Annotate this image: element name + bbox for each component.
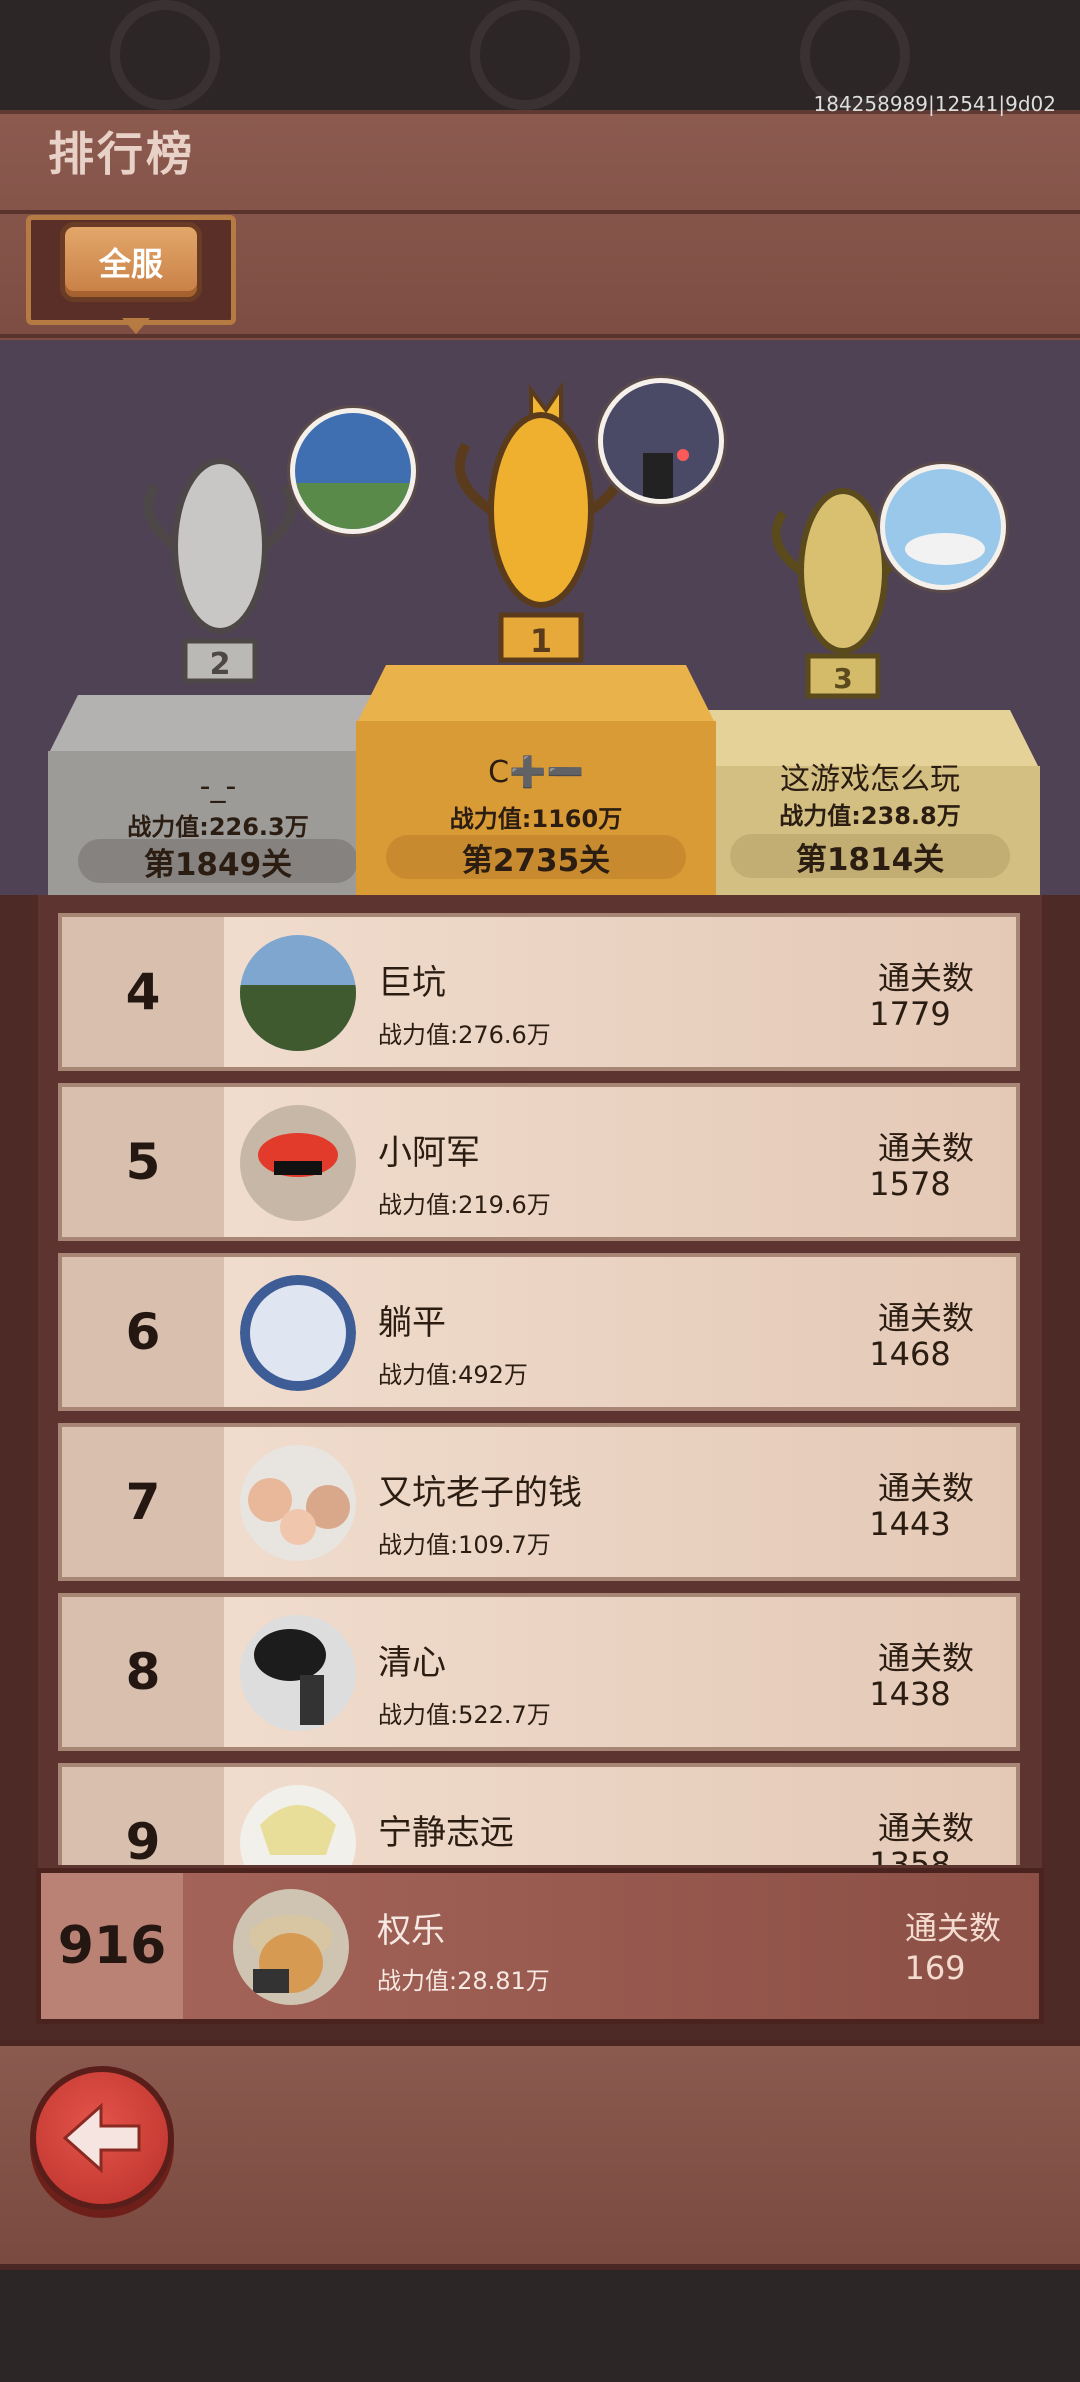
podium-name: 这游戏怎么玩 xyxy=(780,762,960,797)
level-label: 通关数 xyxy=(877,1639,974,1677)
podium-second-avatar[interactable] xyxy=(290,408,416,534)
player-name: 巨坑 xyxy=(378,963,446,1003)
list-item[interactable]: 4 巨坑 战力值:276.6万 通关数 1779 xyxy=(58,913,1020,1071)
my-level-label: 通关数 xyxy=(904,1909,1001,1947)
rank-number: 8 xyxy=(62,1597,224,1747)
level-value: 1578 xyxy=(869,1165,951,1203)
player-power: 战力值:492万 xyxy=(378,1361,528,1389)
level-label: 通关数 xyxy=(877,959,974,997)
level-value: 1358 xyxy=(869,1845,951,1865)
list-item[interactable]: 5 小阿军 战力值:219.6万 通关数 1578 xyxy=(58,1083,1020,1241)
player-name: 躺平 xyxy=(378,1303,446,1343)
podium-power: 战力值:1160万 xyxy=(449,805,623,833)
avatar[interactable] xyxy=(240,935,356,1051)
player-power: 战力值:109.7万 xyxy=(378,1531,551,1559)
tab-all-servers[interactable]: 全服 xyxy=(60,222,202,302)
list-item[interactable]: 9 宁静志远 通关数 1358 xyxy=(58,1763,1020,1865)
podium-level: 第2735关 xyxy=(386,835,686,879)
my-level-value: 169 xyxy=(904,1949,966,1987)
back-button[interactable] xyxy=(30,2066,174,2210)
level-value: 1438 xyxy=(869,1675,951,1713)
level-value: 1468 xyxy=(869,1335,951,1373)
level-value: 1779 xyxy=(869,995,951,1033)
level-label: 通关数 xyxy=(877,1809,974,1847)
player-power: 战力值:522.7万 xyxy=(378,1701,551,1729)
rank-number: 7 xyxy=(62,1427,224,1577)
podium-name: -_- xyxy=(199,769,237,804)
svg-text:1: 1 xyxy=(530,622,552,660)
podium-first[interactable]: C➕➖ 战力值:1160万 第2735关 xyxy=(356,665,716,895)
player-name: 又坑老子的钱 xyxy=(378,1473,582,1513)
level-label: 通关数 xyxy=(877,1129,974,1167)
podium-power: 战力值:238.8万 xyxy=(779,802,961,830)
podium-name: C➕➖ xyxy=(488,755,584,790)
avatar[interactable] xyxy=(240,1445,356,1561)
podium-level: 第1814关 xyxy=(730,834,1010,878)
player-power: 战力值:219.6万 xyxy=(378,1191,551,1219)
decor-swirl xyxy=(110,0,220,110)
podium-third[interactable]: 这游戏怎么玩 战力值:238.8万 第1814关 xyxy=(700,710,1040,895)
avatar[interactable] xyxy=(240,1105,356,1221)
rank-number: 5 xyxy=(62,1087,224,1237)
avatar[interactable] xyxy=(240,1785,356,1865)
avatar-image xyxy=(295,413,411,529)
podium-area: -_- 战力值:226.3万 第1849关 这游戏怎么玩 战力值:238.8万 … xyxy=(0,340,1080,895)
page-title: 排行榜 xyxy=(48,127,195,181)
my-power: 战力值:28.81万 xyxy=(377,1967,550,1995)
list-item[interactable]: 8 清心 战力值:522.7万 通关数 1438 xyxy=(58,1593,1020,1751)
bottom-decor-band xyxy=(0,2270,1080,2382)
player-name: 小阿军 xyxy=(378,1133,480,1173)
my-name: 权乐 xyxy=(377,1911,445,1951)
avatar[interactable] xyxy=(240,1615,356,1731)
decor-swirl xyxy=(470,0,580,110)
podium-level: 第1849关 xyxy=(78,839,358,883)
my-rank-row[interactable]: 916 权乐 战力值:28.81万 通关数 169 xyxy=(36,1868,1044,2024)
podium-second[interactable]: -_- 战力值:226.3万 第1849关 xyxy=(48,695,388,895)
tab-pointer-icon xyxy=(122,318,150,334)
list-item[interactable]: 6 躺平 战力值:492万 通关数 1468 xyxy=(58,1253,1020,1411)
player-name: 清心 xyxy=(378,1643,446,1683)
list-item[interactable]: 7 又坑老子的钱 战力值:109.7万 通关数 1443 xyxy=(58,1423,1020,1581)
rank-number: 9 xyxy=(62,1767,224,1865)
my-rank-number: 916 xyxy=(41,1873,183,2019)
podium-power: 战力值:226.3万 xyxy=(127,813,309,841)
version-label: 184258989|12541|9d02 xyxy=(813,92,1057,116)
level-label: 通关数 xyxy=(877,1299,974,1337)
avatar-image xyxy=(603,383,719,499)
level-label: 通关数 xyxy=(877,1469,974,1507)
player-power: 战力值:276.6万 xyxy=(378,1021,551,1049)
podium-third-avatar[interactable] xyxy=(880,464,1006,590)
rank-number: 4 xyxy=(62,917,224,1067)
back-arrow-icon xyxy=(62,2102,141,2174)
rank-number: 6 xyxy=(62,1257,224,1407)
level-value: 1443 xyxy=(869,1505,951,1543)
avatar-image xyxy=(885,469,1001,585)
ranking-list[interactable]: 4 巨坑 战力值:276.6万 通关数 1779 5 小阿军 战力值:219.6… xyxy=(0,895,1080,1865)
player-name: 宁静志远 xyxy=(378,1813,514,1853)
avatar[interactable] xyxy=(240,1275,356,1391)
svg-text:3: 3 xyxy=(833,662,852,695)
svg-text:2: 2 xyxy=(210,647,231,682)
podium-first-avatar[interactable] xyxy=(598,378,724,504)
my-avatar[interactable] xyxy=(233,1889,349,2005)
